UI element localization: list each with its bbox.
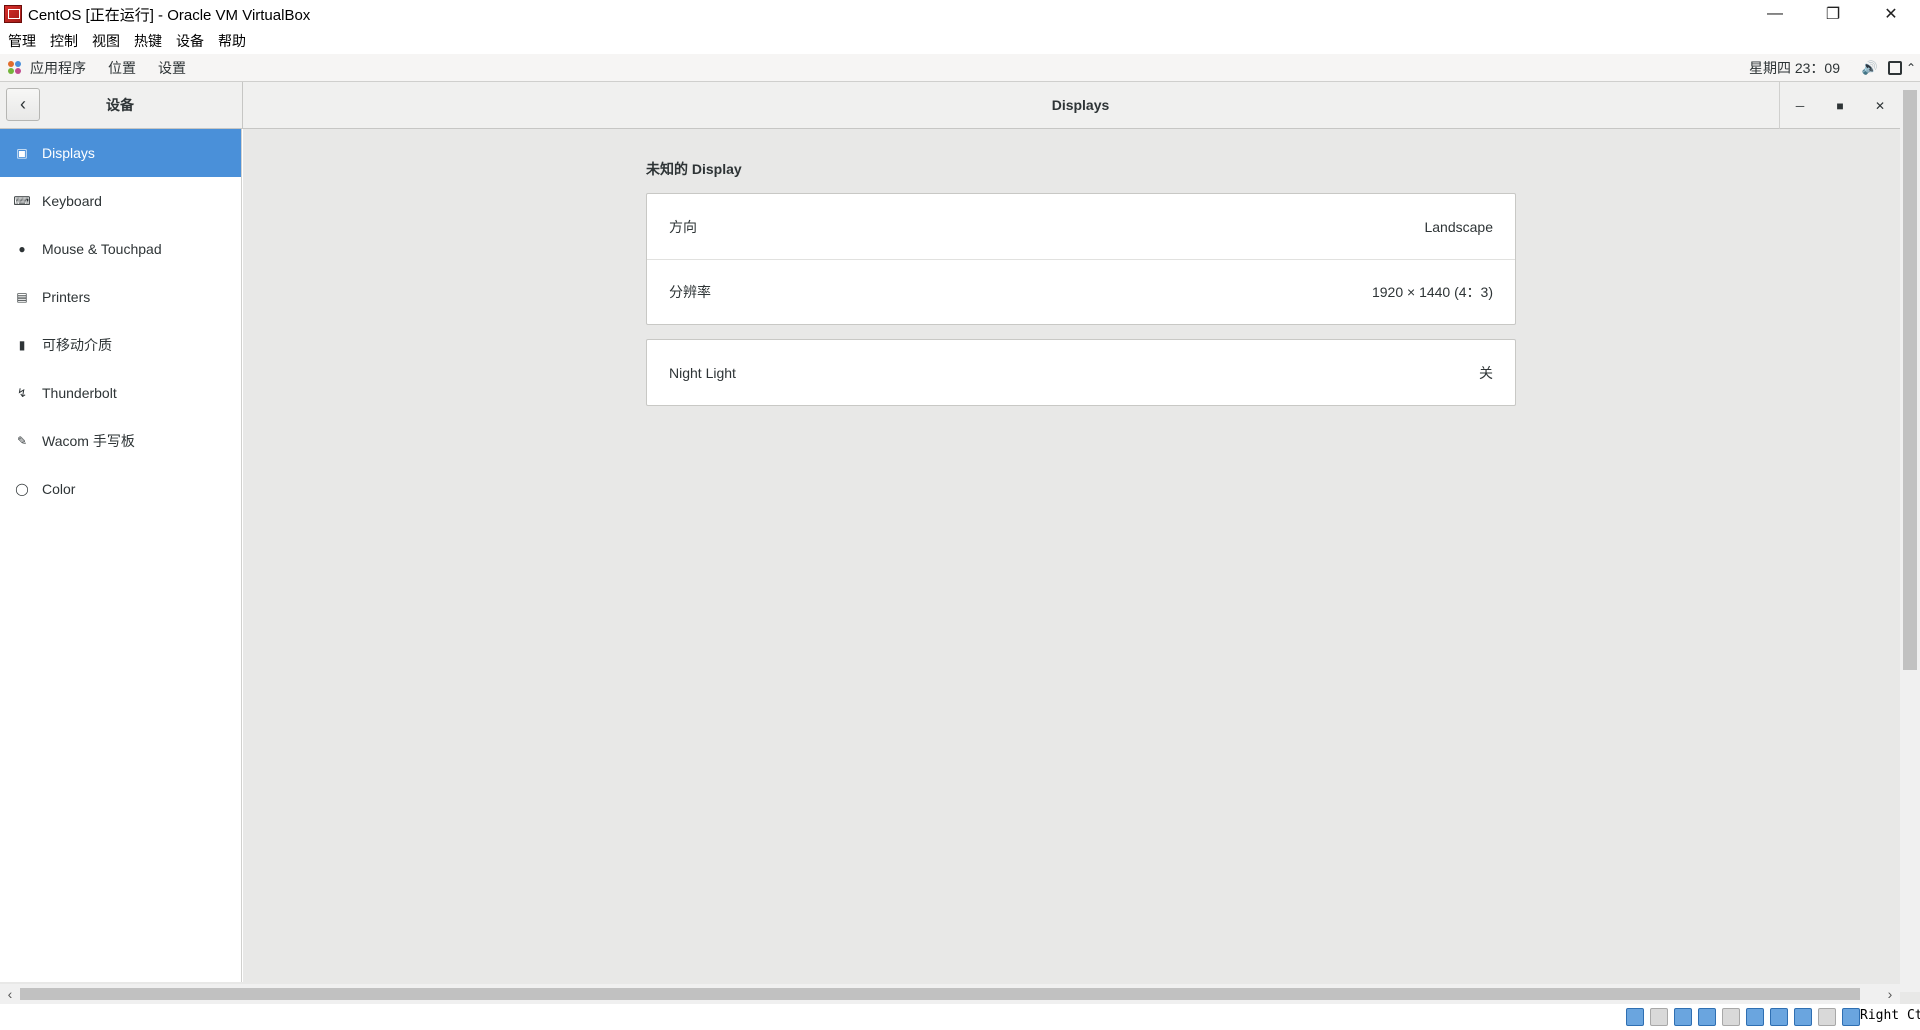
shared-folders-icon[interactable] <box>1746 1008 1764 1026</box>
usb-icon[interactable] <box>1722 1008 1740 1026</box>
vbox-window-controls: — ❐ ✕ <box>1746 0 1920 28</box>
menu-control[interactable]: 控制 <box>50 31 78 51</box>
sidebar-item-label: Mouse & Touchpad <box>42 241 162 257</box>
displays-panel: 未知的 Display 方向 Landscape 分辨率 1920 × 1440… <box>243 129 1900 982</box>
guest-screen: 应用程序 位置 设置 星期四 23：09 🔊 ⌃ 设备 ‹ Displays ─… <box>0 54 1920 1030</box>
sidebar-item-thunderbolt[interactable]: ↯ Thunderbolt <box>0 369 241 417</box>
sidebar-item-label: Displays <box>42 145 95 161</box>
gnome-top-bar: 应用程序 位置 设置 星期四 23：09 🔊 ⌃ <box>0 54 1920 82</box>
sidebar-item-printers[interactable]: ▤ Printers <box>0 273 241 321</box>
host-key-label: Right Ctrl <box>1860 1008 1920 1023</box>
settings-window: 设备 ‹ Displays ─ ■ ✕ ▣ Displays ⌨ Keyboar… <box>0 82 1900 982</box>
display-icon: ▣ <box>16 146 28 160</box>
mouse-integration-icon[interactable] <box>1842 1008 1860 1026</box>
settings-menu[interactable]: 设置 <box>158 58 186 78</box>
sidebar: ▣ Displays ⌨ Keyboard ● Mouse & Touchpad… <box>0 129 242 982</box>
minimize-icon[interactable]: — <box>1746 0 1804 28</box>
vbox-titlebar: CentOS [正在运行] - Oracle VM VirtualBox — ❐… <box>0 0 1920 28</box>
sidebar-item-color[interactable]: ◯ Color <box>0 465 241 513</box>
vbox-menubar: 管理 控制 视图 热键 设备 帮助 <box>0 30 1920 52</box>
night-light-row[interactable]: Night Light 关 <box>647 340 1515 405</box>
close-icon[interactable]: ✕ <box>1860 82 1900 129</box>
display-settings-card: 方向 Landscape 分辨率 1920 × 1440 (4：3) <box>646 193 1516 325</box>
removable-media-icon: ▮ <box>18 338 26 352</box>
scroll-left-icon[interactable]: ‹ <box>2 984 18 1004</box>
keyboard-icon: ⌨ <box>13 194 31 208</box>
resolution-label: 分辨率 <box>669 284 711 300</box>
minimize-icon[interactable]: ─ <box>1780 82 1820 129</box>
menu-manage[interactable]: 管理 <box>8 31 36 51</box>
panel-title: Displays <box>1051 97 1110 113</box>
orientation-label: 方向 <box>669 218 697 235</box>
sidebar-item-label: Thunderbolt <box>42 385 117 401</box>
menu-help[interactable]: 帮助 <box>218 31 246 51</box>
mouse-icon: ● <box>18 242 26 256</box>
thunderbolt-icon: ↯ <box>16 386 28 400</box>
back-button[interactable]: ‹ <box>6 88 40 121</box>
applications-label: 应用程序 <box>30 59 86 76</box>
sidebar-item-label: 可移动介质 <box>42 337 112 353</box>
horizontal-scrollbar[interactable]: ‹ › <box>0 984 1900 1004</box>
menu-view[interactable]: 视图 <box>92 31 120 51</box>
resolution-value: 1920 × 1440 (4：3) <box>1371 284 1493 300</box>
orientation-value: Landscape <box>1424 218 1493 235</box>
menu-hotkeys[interactable]: 热键 <box>134 31 162 51</box>
sidebar-item-label: Wacom 手写板 <box>42 433 135 449</box>
resolution-row[interactable]: 分辨率 1920 × 1440 (4：3) <box>647 259 1515 324</box>
close-icon[interactable]: ✕ <box>1862 0 1920 28</box>
color-icon: ◯ <box>15 482 29 496</box>
display-status-icon[interactable] <box>1770 1008 1788 1026</box>
orientation-row[interactable]: 方向 Landscape <box>647 194 1515 259</box>
night-light-card: Night Light 关 <box>646 339 1516 406</box>
chevron-up-icon[interactable]: ⌃ <box>1906 61 1916 75</box>
applications-menu[interactable]: 应用程序 <box>8 58 86 78</box>
night-light-value: 关 <box>1479 364 1493 381</box>
night-light-label: Night Light <box>669 364 736 381</box>
power-icon[interactable] <box>1888 60 1902 75</box>
audio-icon[interactable] <box>1674 1008 1692 1026</box>
sidebar-item-wacom-tablet[interactable]: ✎ Wacom 手写板 <box>0 417 241 465</box>
sidebar-item-label: Keyboard <box>42 193 102 209</box>
display-heading: 未知的 Display <box>646 161 742 177</box>
status-icons <box>1620 1008 1860 1026</box>
vbox-status-bar: Right Ctrl <box>0 1004 1920 1030</box>
scroll-right-icon[interactable]: › <box>1882 984 1898 1004</box>
settings-window-controls: ─ ■ ✕ <box>1779 82 1900 129</box>
sidebar-item-mouse-touchpad[interactable]: ● Mouse & Touchpad <box>0 225 241 273</box>
wacom-tablet-icon: ✎ <box>16 434 28 448</box>
chevron-left-icon: ‹ <box>20 94 26 114</box>
sidebar-item-label: Printers <box>42 289 91 305</box>
applications-icon <box>8 60 22 75</box>
sidebar-item-label: Color <box>42 481 76 497</box>
hard-disk-icon[interactable] <box>1626 1008 1644 1026</box>
horizontal-scrollbar-thumb[interactable] <box>20 988 1860 1000</box>
menu-devices[interactable]: 设备 <box>176 31 204 51</box>
places-menu[interactable]: 位置 <box>108 58 136 78</box>
vbox-window-title: CentOS [正在运行] - Oracle VM VirtualBox <box>28 6 311 24</box>
settings-headerbar: 设备 ‹ Displays ─ ■ ✕ <box>0 82 1900 129</box>
vertical-scrollbar[interactable] <box>1900 82 1920 992</box>
optical-drive-icon[interactable] <box>1650 1008 1668 1026</box>
virtualbox-app-icon <box>4 5 22 23</box>
printer-icon: ▤ <box>16 290 28 304</box>
sidebar-item-removable-media[interactable]: ▮ 可移动介质 <box>0 321 241 369</box>
sidebar-item-displays[interactable]: ▣ Displays <box>0 129 241 177</box>
cpu-icon[interactable] <box>1818 1008 1836 1026</box>
volume-icon[interactable]: 🔊 <box>1862 60 1878 76</box>
network-icon[interactable] <box>1698 1008 1716 1026</box>
vertical-scrollbar-thumb[interactable] <box>1903 90 1917 670</box>
clock[interactable]: 星期四 23：09 <box>1749 58 1840 78</box>
sidebar-item-keyboard[interactable]: ⌨ Keyboard <box>0 177 241 225</box>
restore-icon[interactable]: ❐ <box>1804 0 1862 28</box>
maximize-icon[interactable]: ■ <box>1820 82 1860 129</box>
recording-icon[interactable] <box>1794 1008 1812 1026</box>
